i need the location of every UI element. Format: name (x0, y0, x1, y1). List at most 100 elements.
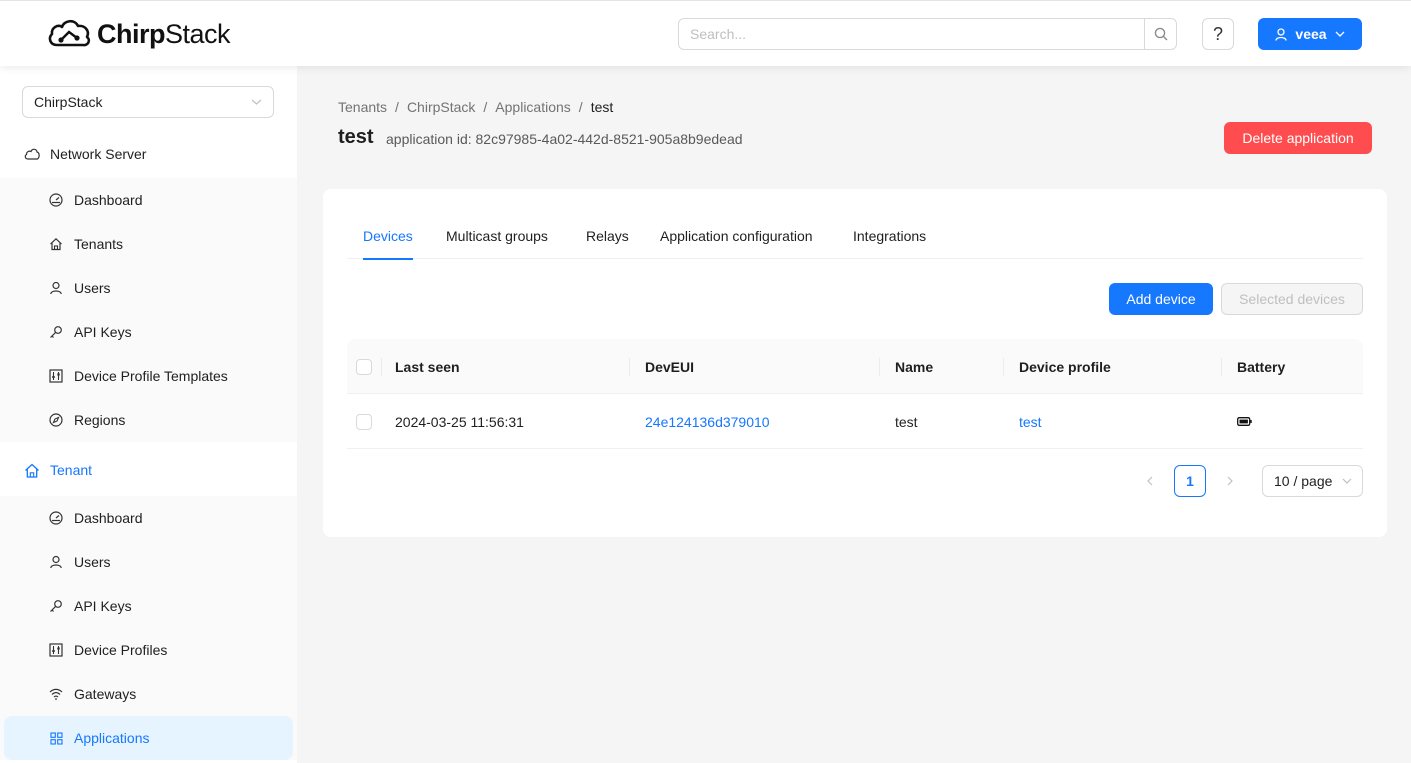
tab-devices[interactable]: Devices (363, 213, 413, 260)
sidebar-item-label: Applications (74, 730, 150, 746)
search-button[interactable] (1144, 19, 1176, 49)
breadcrumb-tenant[interactable]: ChirpStack (407, 99, 475, 115)
user-menu-button[interactable]: veea (1258, 18, 1362, 50)
sidebar-item-label: API Keys (74, 324, 132, 340)
tab-relays[interactable]: Relays (586, 213, 629, 259)
compass-icon (49, 413, 63, 427)
selected-devices-button: Selected devices (1221, 283, 1363, 315)
chirpstack-logo[interactable]: ChirpStack (47, 16, 231, 52)
chevron-right-icon (1227, 476, 1233, 486)
key-icon (49, 325, 63, 339)
devices-table: Last seen DevEUI Name Device profile Bat… (347, 339, 1363, 449)
help-button[interactable]: ? (1202, 18, 1234, 50)
sidebar-section-label: Network Server (50, 146, 147, 162)
breadcrumb-separator: / (395, 99, 399, 115)
page-size-select[interactable]: 10 / page (1262, 465, 1363, 497)
row-select-cell (356, 394, 372, 449)
sidebar-item-label: Gateways (74, 686, 137, 702)
sidebar-item-device-profile-templates[interactable]: Device Profile Templates (0, 354, 297, 398)
battery-icon (1237, 417, 1252, 426)
appstore-icon (49, 731, 63, 745)
sidebar-section-tenant[interactable]: Tenant (0, 446, 297, 494)
select-all-cell (356, 339, 372, 394)
devices-card: Devices Multicast groups Relays Applicat… (323, 189, 1387, 537)
application-tabs: Devices Multicast groups Relays Applicat… (347, 213, 1363, 260)
sidebar-item-label: Tenants (74, 236, 124, 252)
sidebar-item-regions[interactable]: Regions (0, 398, 297, 442)
user-icon (49, 555, 63, 569)
page-title: test (338, 126, 374, 148)
sidebar-item-label: Users (74, 554, 111, 570)
control-icon (49, 643, 63, 657)
row-checkbox[interactable] (356, 413, 372, 430)
sidebar-item-tenant-users[interactable]: Users (0, 540, 297, 584)
chevron-down-icon (251, 99, 262, 105)
delete-application-label: Delete application (1242, 130, 1354, 146)
chevron-left-icon (1147, 476, 1153, 486)
sidebar-section-label: Tenant (50, 462, 93, 478)
chevron-down-icon (1342, 478, 1352, 484)
search-input[interactable] (679, 19, 1144, 49)
breadcrumb-current: test (590, 99, 614, 115)
breadcrumb-separator: / (578, 99, 583, 115)
cell-battery (1237, 394, 1252, 449)
cell-device-profile-link[interactable]: test (1019, 394, 1042, 449)
breadcrumb: Tenants / ChirpStack / Applications / te… (338, 99, 613, 115)
sidebar-item-label: Device Profile Templates (74, 368, 228, 384)
cell-last-seen: 2024-03-25 11:56:31 (395, 413, 524, 430)
cloud-icon (24, 148, 40, 160)
table-row[interactable]: 2024-03-25 11:56:31 24e124136d379010 tes… (347, 394, 1363, 449)
tenant-submenu: Dashboard Users API Keys Device Profiles… (0, 496, 297, 760)
breadcrumb-applications[interactable]: Applications (495, 99, 571, 115)
select-all-checkbox[interactable] (356, 358, 372, 375)
sidebar-item-gateways[interactable]: Gateways (0, 672, 297, 716)
tenant-select[interactable]: ChirpStack (22, 86, 274, 118)
dashboard-icon (49, 193, 63, 207)
sidebar-item-label: Users (74, 280, 111, 296)
page-number-button[interactable]: 1 (1174, 465, 1206, 497)
breadcrumb-tenants[interactable]: Tenants (338, 99, 387, 115)
sidebar-item-tenants[interactable]: Tenants (0, 222, 297, 266)
next-page-button[interactable] (1214, 465, 1246, 497)
cell-deveui-link[interactable]: 24e124136d379010 (645, 394, 770, 449)
tab-multicast-groups[interactable]: Multicast groups (446, 213, 548, 259)
sidebar-item-device-profiles[interactable]: Device Profiles (0, 628, 297, 672)
sidebar-item-applications[interactable]: Applications (4, 716, 293, 760)
page-size-value: 10 / page (1274, 473, 1333, 489)
top-header: ChirpStack ? veea (0, 0, 1411, 66)
network-server-submenu: Dashboard Tenants Users API Keys Device … (0, 178, 297, 442)
sidebar-item-label: Dashboard (74, 510, 143, 526)
sidebar-item-tenant-dashboard[interactable]: Dashboard (0, 496, 297, 540)
control-icon (49, 369, 63, 383)
col-name[interactable]: Name (879, 339, 1003, 394)
chevron-down-icon (1335, 31, 1345, 37)
tab-integrations[interactable]: Integrations (853, 213, 926, 259)
key-icon (49, 599, 63, 613)
logo-text: ChirpStack (97, 18, 231, 49)
col-last-seen[interactable]: Last seen (381, 339, 629, 394)
table-header: Last seen DevEUI Name Device profile Bat… (347, 339, 1363, 394)
tab-application-configuration[interactable]: Application configuration (660, 213, 813, 259)
sidebar-item-label: Device Profiles (74, 642, 168, 658)
col-deveui[interactable]: DevEUI (629, 339, 879, 394)
prev-page-button[interactable] (1134, 465, 1166, 497)
user-name: veea (1295, 26, 1327, 42)
col-battery[interactable]: Battery (1221, 339, 1363, 394)
cloud-logo-icon (48, 19, 91, 47)
dashboard-icon (49, 511, 63, 525)
home-icon (25, 463, 39, 478)
sidebar-item-tenant-api-keys[interactable]: API Keys (0, 584, 297, 628)
help-label: ? (1212, 23, 1223, 44)
pagination: 1 10 / page (323, 465, 1387, 497)
sidebar-item-label: API Keys (74, 598, 132, 614)
sidebar-item-ns-dashboard[interactable]: Dashboard (0, 178, 297, 222)
sidebar-item-ns-users[interactable]: Users (0, 266, 297, 310)
home-icon (49, 237, 63, 251)
add-device-button[interactable]: Add device (1109, 283, 1213, 315)
col-device-profile[interactable]: Device profile (1003, 339, 1221, 394)
delete-application-button[interactable]: Delete application (1224, 122, 1372, 154)
sidebar-item-ns-api-keys[interactable]: API Keys (0, 310, 297, 354)
user-icon (49, 281, 63, 295)
sidebar-section-network-server[interactable]: Network Server (0, 130, 297, 178)
sidebar-item-label: Dashboard (74, 192, 143, 208)
